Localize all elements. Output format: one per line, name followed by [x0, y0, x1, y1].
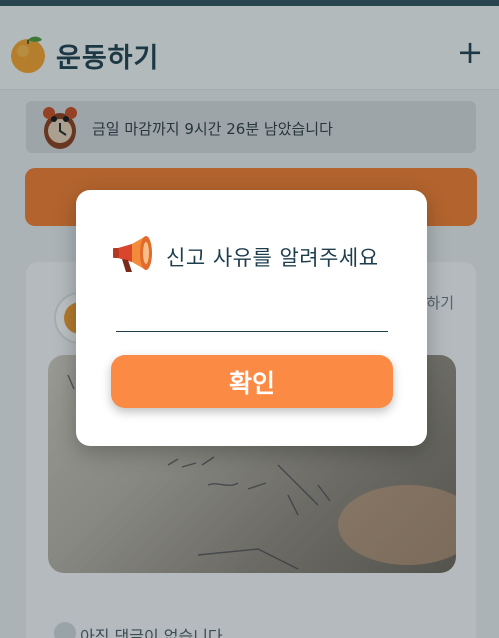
report-reason-input[interactable] — [116, 298, 388, 332]
confirm-button[interactable]: 확인 — [111, 355, 393, 408]
megaphone-icon — [113, 236, 152, 272]
report-reason-dialog: 신고 사유를 알려주세요 확인 — [76, 190, 427, 446]
dialog-title: 신고 사유를 알려주세요 — [166, 246, 379, 270]
